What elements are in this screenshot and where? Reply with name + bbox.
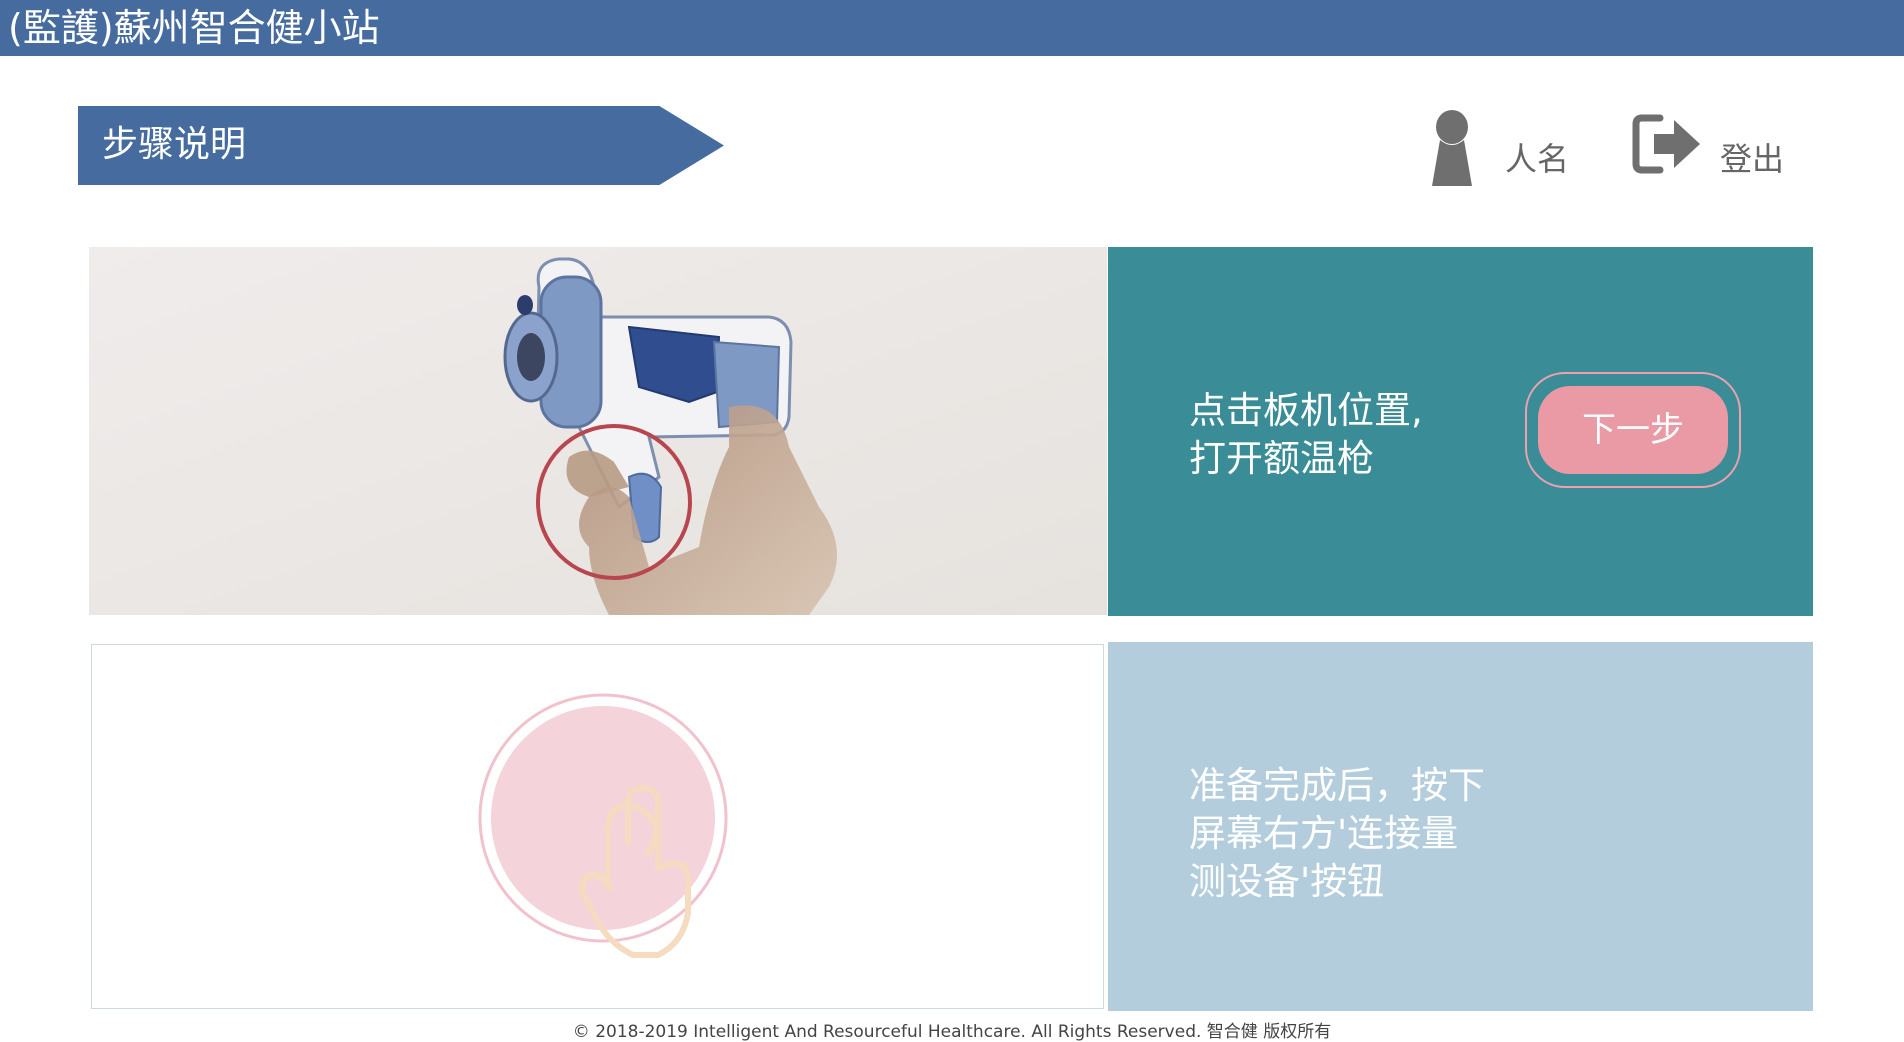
- user-profile[interactable]: 人名: [1430, 108, 1580, 188]
- step2-instruction-line: 屏幕右方'连接量: [1189, 812, 1459, 855]
- step2-instruction-text: 准备完成后，按下 屏幕右方'连接量 测设备'按钮: [1189, 762, 1485, 906]
- step-banner-label: 步骤说明: [102, 124, 247, 165]
- step-banner: 步骤说明: [78, 106, 724, 185]
- header-bar: (監護)蘇州智合健小站: [0, 0, 1904, 56]
- user-name: 人名: [1505, 140, 1570, 178]
- app-title: (監護)蘇州智合健小站: [8, 6, 380, 50]
- step1-instruction-line: 打开额温枪: [1189, 437, 1374, 480]
- tap-button-illustration-graphic: [478, 693, 728, 958]
- logout-icon: [1632, 114, 1700, 174]
- next-step-button-label: 下一步: [1538, 386, 1728, 474]
- infrared-thermometer-illustration-graphic: [89, 247, 1107, 615]
- step2-instruction-panel: 准备完成后，按下 屏幕右方'连接量 测设备'按钮: [1108, 642, 1813, 1011]
- logout-button[interactable]: 登出: [1630, 112, 1790, 192]
- step1-instruction-panel: 点击板机位置, 打开额温枪 下一步: [1108, 247, 1813, 616]
- next-step-button[interactable]: 下一步: [1525, 372, 1741, 488]
- step1-instruction-text: 点击板机位置, 打开额温枪: [1189, 387, 1423, 483]
- step2-instruction-line: 测设备'按钮: [1189, 860, 1385, 903]
- thermometer-illustration: [89, 247, 1107, 615]
- user-icon: [1432, 110, 1472, 186]
- step1-instruction-line: 点击板机位置,: [1189, 389, 1423, 432]
- logout-label: 登出: [1720, 140, 1785, 178]
- step2-instruction-line: 准备完成后，按下: [1189, 764, 1485, 807]
- tap-illustration-panel: [91, 644, 1104, 1009]
- footer-copyright: © 2018-2019 Intelligent And Resourceful …: [572, 1022, 1332, 1042]
